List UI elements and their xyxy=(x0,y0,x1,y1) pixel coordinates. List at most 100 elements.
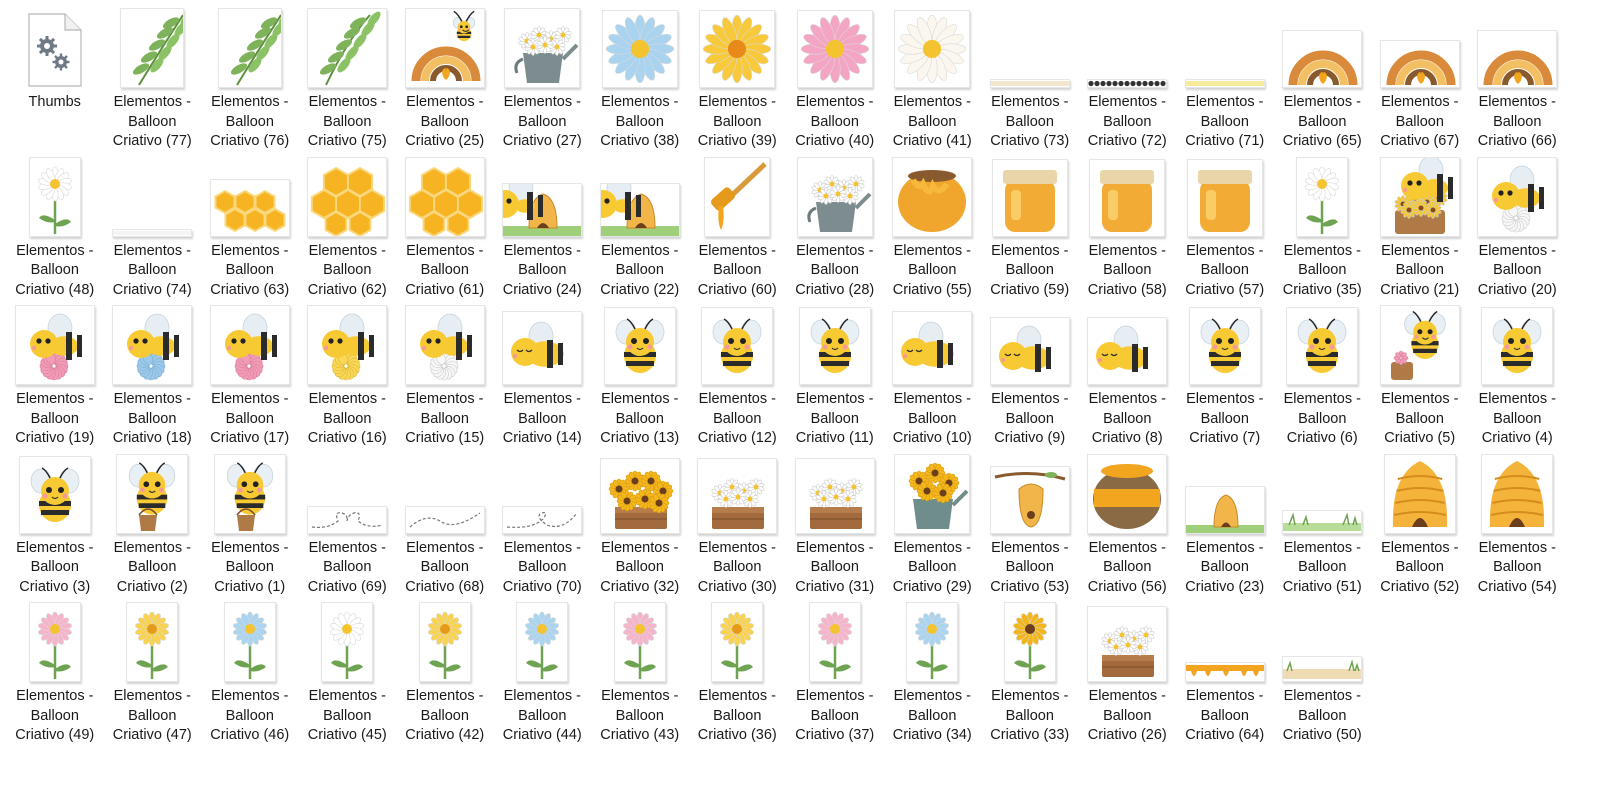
file-item-26[interactable]: Elementos - Balloon Criativo (59) xyxy=(981,153,1079,302)
file-item-70[interactable]: Elementos - Balloon Criativo (43) xyxy=(591,598,689,747)
file-item-8[interactable]: Elementos - Balloon Criativo (40) xyxy=(786,4,884,153)
daisy-blue-image xyxy=(601,10,678,88)
thumbnail-area xyxy=(1281,155,1363,237)
file-name: Elementos - Balloon Criativo (14) xyxy=(502,391,582,446)
ground-strip-image xyxy=(1282,656,1363,682)
file-item-16[interactable]: Elementos - Balloon Criativo (48) xyxy=(6,153,104,302)
file-item-20[interactable]: Elementos - Balloon Criativo (61) xyxy=(396,153,494,302)
file-item-76[interactable]: Elementos - Balloon Criativo (64) xyxy=(1176,598,1274,747)
file-item-31[interactable]: Elementos - Balloon Criativo (20) xyxy=(1469,153,1567,302)
file-item-13[interactable]: Elementos - Balloon Criativo (65) xyxy=(1274,4,1372,153)
file-item-22[interactable]: Elementos - Balloon Criativo (22) xyxy=(591,153,689,302)
file-item-9[interactable]: Elementos - Balloon Criativo (41) xyxy=(884,4,982,153)
file-item-11[interactable]: Elementos - Balloon Criativo (72) xyxy=(1079,4,1177,153)
file-item-32[interactable]: Elementos - Balloon Criativo (19) xyxy=(6,301,104,450)
file-item-48[interactable]: Elementos - Balloon Criativo (3) xyxy=(6,450,104,599)
file-item-77[interactable]: Elementos - Balloon Criativo (50) xyxy=(1274,598,1372,747)
thumbnail-area xyxy=(1184,452,1266,534)
file-item-28[interactable]: Elementos - Balloon Criativo (57) xyxy=(1176,153,1274,302)
file-item-64[interactable]: Elementos - Balloon Criativo (49) xyxy=(6,598,104,747)
file-item-29[interactable]: Elementos - Balloon Criativo (35) xyxy=(1274,153,1372,302)
file-item-2[interactable]: Elementos - Balloon Criativo (76) xyxy=(201,4,299,153)
file-item-55[interactable]: Elementos - Balloon Criativo (30) xyxy=(689,450,787,599)
file-name: Elementos - Balloon Criativo (69) xyxy=(307,539,387,595)
file-item-5[interactable]: Elementos - Balloon Criativo (27) xyxy=(494,4,592,153)
file-item-3[interactable]: Elementos - Balloon Criativo (75) xyxy=(299,4,397,153)
file-name: Elementos - Balloon Criativo (59) xyxy=(990,242,1070,298)
file-item-37[interactable]: Elementos - Balloon Criativo (14) xyxy=(494,301,592,450)
file-item-68[interactable]: Elementos - Balloon Criativo (42) xyxy=(396,598,494,747)
file-name: Elementos - Balloon Criativo (26) xyxy=(1087,688,1167,743)
file-item-27[interactable]: Elementos - Balloon Criativo (58) xyxy=(1079,153,1177,302)
file-item-63[interactable]: Elementos - Balloon Criativo (54) xyxy=(1469,450,1567,599)
file-item-59[interactable]: Elementos - Balloon Criativo (56) xyxy=(1079,450,1177,599)
file-name: Elementos - Balloon Criativo (16) xyxy=(307,391,387,446)
file-item-0[interactable]: Thumbs xyxy=(6,4,104,153)
file-item-47[interactable]: Elementos - Balloon Criativo (4) xyxy=(1469,301,1567,450)
file-item-41[interactable]: Elementos - Balloon Criativo (10) xyxy=(884,301,982,450)
file-name: Elementos - Balloon Criativo (75) xyxy=(307,94,387,149)
file-item-51[interactable]: Elementos - Balloon Criativo (69) xyxy=(299,450,397,599)
file-item-19[interactable]: Elementos - Balloon Criativo (62) xyxy=(299,153,397,302)
file-item-35[interactable]: Elementos - Balloon Criativo (16) xyxy=(299,301,397,450)
dashed-loop-image xyxy=(502,505,583,534)
file-item-57[interactable]: Elementos - Balloon Criativo (29) xyxy=(884,450,982,599)
thumbnail-area xyxy=(306,452,388,534)
file-item-53[interactable]: Elementos - Balloon Criativo (70) xyxy=(494,450,592,599)
file-item-75[interactable]: Elementos - Balloon Criativo (26) xyxy=(1079,598,1177,747)
file-item-67[interactable]: Elementos - Balloon Criativo (45) xyxy=(299,598,397,747)
file-item-42[interactable]: Elementos - Balloon Criativo (9) xyxy=(981,301,1079,450)
file-item-66[interactable]: Elementos - Balloon Criativo (46) xyxy=(201,598,299,747)
file-item-25[interactable]: Elementos - Balloon Criativo (55) xyxy=(884,153,982,302)
thumbnail-area xyxy=(404,600,486,682)
file-item-40[interactable]: Elementos - Balloon Criativo (11) xyxy=(786,301,884,450)
thumbnail-area xyxy=(989,600,1071,682)
file-item-1[interactable]: Elementos - Balloon Criativo (77) xyxy=(104,4,202,153)
file-item-49[interactable]: Elementos - Balloon Criativo (2) xyxy=(104,450,202,599)
file-item-30[interactable]: Elementos - Balloon Criativo (21) xyxy=(1371,153,1469,302)
file-item-46[interactable]: Elementos - Balloon Criativo (5) xyxy=(1371,301,1469,450)
file-item-69[interactable]: Elementos - Balloon Criativo (44) xyxy=(494,598,592,747)
file-item-24[interactable]: Elementos - Balloon Criativo (28) xyxy=(786,153,884,302)
file-item-36[interactable]: Elementos - Balloon Criativo (15) xyxy=(396,301,494,450)
file-item-54[interactable]: Elementos - Balloon Criativo (32) xyxy=(591,450,689,599)
file-item-60[interactable]: Elementos - Balloon Criativo (23) xyxy=(1176,450,1274,599)
file-item-6[interactable]: Elementos - Balloon Criativo (38) xyxy=(591,4,689,153)
file-item-34[interactable]: Elementos - Balloon Criativo (17) xyxy=(201,301,299,450)
file-item-61[interactable]: Elementos - Balloon Criativo (51) xyxy=(1274,450,1372,599)
file-item-65[interactable]: Elementos - Balloon Criativo (47) xyxy=(104,598,202,747)
file-item-10[interactable]: Elementos - Balloon Criativo (73) xyxy=(981,4,1079,153)
file-item-45[interactable]: Elementos - Balloon Criativo (6) xyxy=(1274,301,1372,450)
file-item-18[interactable]: Elementos - Balloon Criativo (63) xyxy=(201,153,299,302)
file-item-73[interactable]: Elementos - Balloon Criativo (34) xyxy=(884,598,982,747)
file-item-23[interactable]: Elementos - Balloon Criativo (60) xyxy=(689,153,787,302)
file-item-4[interactable]: Elementos - Balloon Criativo (25) xyxy=(396,4,494,153)
file-name: Elementos - Balloon Criativo (54) xyxy=(1477,539,1557,595)
file-name: Thumbs xyxy=(28,94,81,110)
file-item-15[interactable]: Elementos - Balloon Criativo (66) xyxy=(1469,4,1567,153)
file-name: Elementos - Balloon Criativo (64) xyxy=(1185,688,1265,743)
file-item-21[interactable]: Elementos - Balloon Criativo (24) xyxy=(494,153,592,302)
file-item-52[interactable]: Elementos - Balloon Criativo (68) xyxy=(396,450,494,599)
file-item-43[interactable]: Elementos - Balloon Criativo (8) xyxy=(1079,301,1177,450)
file-item-58[interactable]: Elementos - Balloon Criativo (53) xyxy=(981,450,1079,599)
file-item-50[interactable]: Elementos - Balloon Criativo (1) xyxy=(201,450,299,599)
thumbnail-area xyxy=(404,155,486,237)
file-item-7[interactable]: Elementos - Balloon Criativo (39) xyxy=(689,4,787,153)
file-item-44[interactable]: Elementos - Balloon Criativo (7) xyxy=(1176,301,1274,450)
file-name: Elementos - Balloon Criativo (43) xyxy=(600,688,680,743)
file-item-71[interactable]: Elementos - Balloon Criativo (36) xyxy=(689,598,787,747)
file-item-72[interactable]: Elementos - Balloon Criativo (37) xyxy=(786,598,884,747)
file-name: Elementos - Balloon Criativo (1) xyxy=(211,539,289,595)
file-item-39[interactable]: Elementos - Balloon Criativo (12) xyxy=(689,301,787,450)
file-item-38[interactable]: Elementos - Balloon Criativo (13) xyxy=(591,301,689,450)
file-item-12[interactable]: Elementos - Balloon Criativo (71) xyxy=(1176,4,1274,153)
file-name: Elementos - Balloon Criativo (49) xyxy=(15,688,95,743)
file-item-17[interactable]: Elementos - Balloon Criativo (74) xyxy=(104,153,202,302)
file-item-33[interactable]: Elementos - Balloon Criativo (18) xyxy=(104,301,202,450)
file-item-56[interactable]: Elementos - Balloon Criativo (31) xyxy=(786,450,884,599)
file-item-14[interactable]: Elementos - Balloon Criativo (67) xyxy=(1371,4,1469,153)
thumbnail-area xyxy=(1476,6,1558,88)
file-item-74[interactable]: Elementos - Balloon Criativo (33) xyxy=(981,598,1079,747)
file-item-62[interactable]: Elementos - Balloon Criativo (52) xyxy=(1371,450,1469,599)
